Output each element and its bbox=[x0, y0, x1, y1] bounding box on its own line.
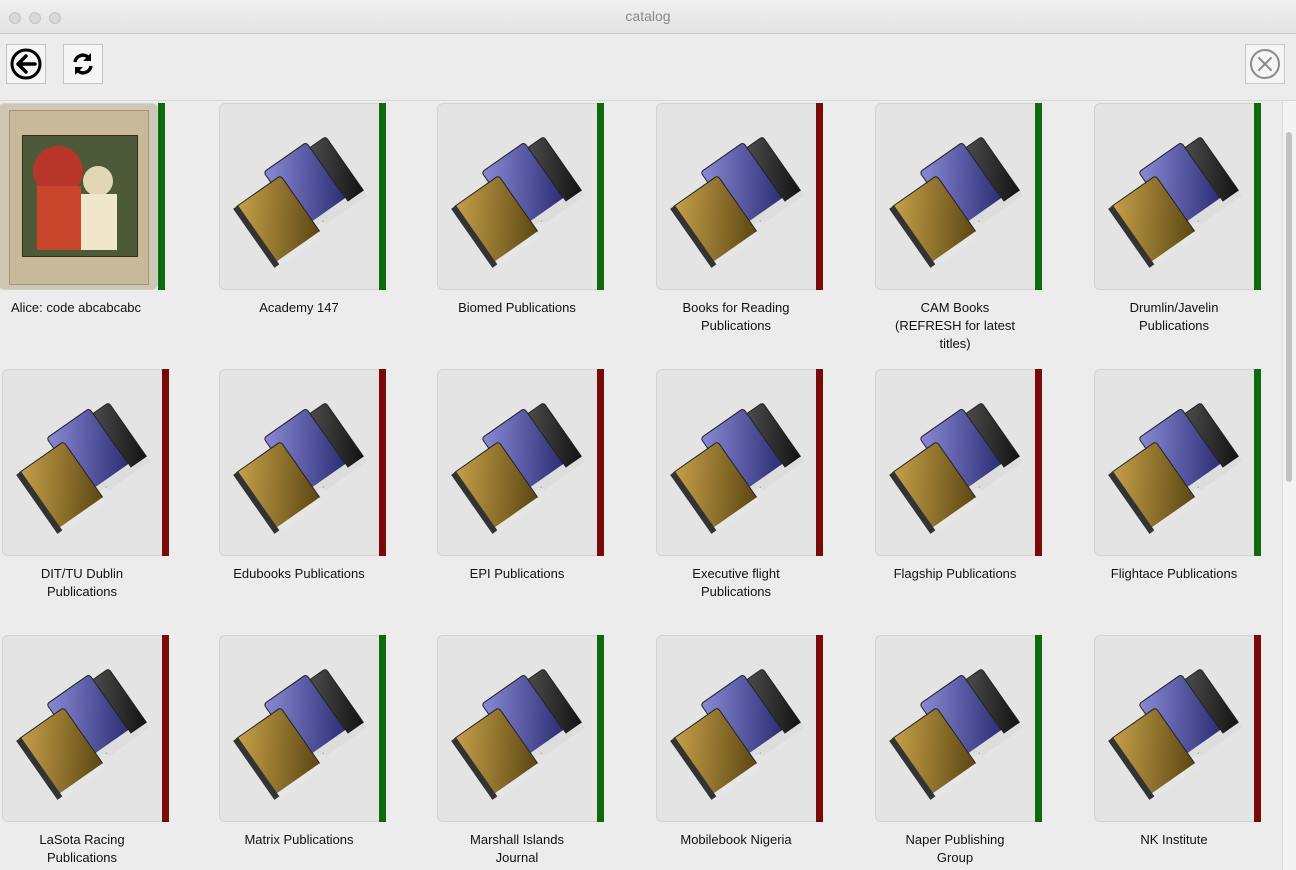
books-icon[interactable] bbox=[875, 103, 1039, 290]
books-icon[interactable] bbox=[437, 103, 601, 290]
refresh-button[interactable] bbox=[63, 44, 103, 84]
books-icon bbox=[1107, 122, 1247, 277]
books-icon[interactable] bbox=[219, 635, 383, 822]
status-indicator bbox=[597, 369, 604, 556]
close-circle-icon bbox=[1250, 49, 1280, 79]
books-icon bbox=[1107, 654, 1247, 809]
books-icon bbox=[1107, 388, 1247, 543]
catalog-label: Matrix Publications bbox=[244, 832, 354, 847]
status-indicator bbox=[816, 369, 823, 556]
toolbar bbox=[0, 34, 1296, 101]
books-icon bbox=[888, 654, 1028, 809]
books-icon bbox=[232, 122, 372, 277]
catalog-label: Flagship Publications bbox=[893, 566, 1017, 581]
catalog-label: Marshall Islands Journal bbox=[470, 832, 564, 865]
status-indicator bbox=[597, 635, 604, 822]
catalog-label: Biomed Publications bbox=[458, 300, 576, 315]
catalog-label: Edubooks Publications bbox=[233, 566, 365, 581]
status-indicator bbox=[597, 103, 604, 290]
status-indicator bbox=[816, 635, 823, 822]
catalog-label: Academy 147 bbox=[259, 300, 339, 315]
catalog-label: Mobilebook Nigeria bbox=[680, 832, 792, 847]
books-icon bbox=[450, 654, 590, 809]
books-icon bbox=[669, 654, 809, 809]
books-icon bbox=[888, 122, 1028, 277]
catalog-window: catalog Alice: code abcabcabc Academy 14… bbox=[0, 0, 1296, 870]
books-icon bbox=[15, 388, 155, 543]
books-icon[interactable] bbox=[1094, 103, 1258, 290]
catalog-label: DIT/TU Dublin Publications bbox=[40, 566, 124, 599]
status-indicator bbox=[1035, 103, 1042, 290]
back-button[interactable] bbox=[6, 44, 46, 84]
books-icon[interactable] bbox=[1094, 635, 1258, 822]
books-icon bbox=[450, 388, 590, 543]
status-indicator bbox=[158, 103, 165, 290]
status-indicator bbox=[379, 103, 386, 290]
status-indicator bbox=[162, 369, 169, 556]
books-icon bbox=[450, 122, 590, 277]
books-icon[interactable] bbox=[875, 635, 1039, 822]
status-indicator bbox=[1254, 369, 1261, 556]
books-icon[interactable] bbox=[219, 369, 383, 556]
catalog-label: NK Institute bbox=[1140, 832, 1208, 847]
books-icon[interactable] bbox=[656, 635, 820, 822]
books-icon bbox=[669, 388, 809, 543]
title-bar: catalog bbox=[0, 0, 1296, 34]
books-icon bbox=[232, 654, 372, 809]
books-icon[interactable] bbox=[219, 103, 383, 290]
book-cover-image[interactable] bbox=[0, 103, 158, 290]
catalog-label: Executive flight Publications bbox=[692, 566, 780, 599]
status-indicator bbox=[1035, 635, 1042, 822]
books-icon[interactable] bbox=[875, 369, 1039, 556]
status-indicator bbox=[379, 635, 386, 822]
books-icon[interactable] bbox=[656, 103, 820, 290]
books-icon[interactable] bbox=[1094, 369, 1258, 556]
catalog-label: EPI Publications bbox=[469, 566, 565, 581]
catalog-grid: Alice: code abcabcabc Academy 147 Biomed… bbox=[0, 101, 1282, 870]
close-button[interactable] bbox=[1245, 44, 1285, 84]
status-indicator bbox=[1254, 103, 1261, 290]
catalog-label: Books for Reading Publications bbox=[682, 300, 790, 333]
window-title: catalog bbox=[625, 8, 671, 24]
books-icon[interactable] bbox=[2, 635, 166, 822]
scrollbar-thumb[interactable] bbox=[1286, 132, 1292, 482]
catalog-label: Alice: code abcabcabc bbox=[10, 300, 142, 315]
status-indicator bbox=[1035, 369, 1042, 556]
books-icon bbox=[669, 122, 809, 277]
catalog-label: Flightace Publications bbox=[1110, 566, 1238, 581]
books-icon bbox=[15, 654, 155, 809]
books-icon bbox=[888, 388, 1028, 543]
books-icon bbox=[232, 388, 372, 543]
books-icon[interactable] bbox=[656, 369, 820, 556]
catalog-label: LaSota Racing Publications bbox=[39, 832, 125, 865]
status-indicator bbox=[162, 635, 169, 822]
status-indicator bbox=[379, 369, 386, 556]
status-indicator bbox=[1254, 635, 1261, 822]
books-icon[interactable] bbox=[437, 635, 601, 822]
books-icon[interactable] bbox=[437, 369, 601, 556]
refresh-icon bbox=[73, 53, 93, 75]
back-arrow-circle-icon bbox=[10, 48, 42, 80]
status-indicator bbox=[816, 103, 823, 290]
catalog-label: Drumlin/Javelin Publications bbox=[1129, 300, 1219, 333]
catalog-label: CAM Books (REFRESH for latest titles) bbox=[895, 300, 1015, 351]
catalog-label: Naper Publishing Group bbox=[905, 832, 1005, 865]
books-icon[interactable] bbox=[2, 369, 166, 556]
